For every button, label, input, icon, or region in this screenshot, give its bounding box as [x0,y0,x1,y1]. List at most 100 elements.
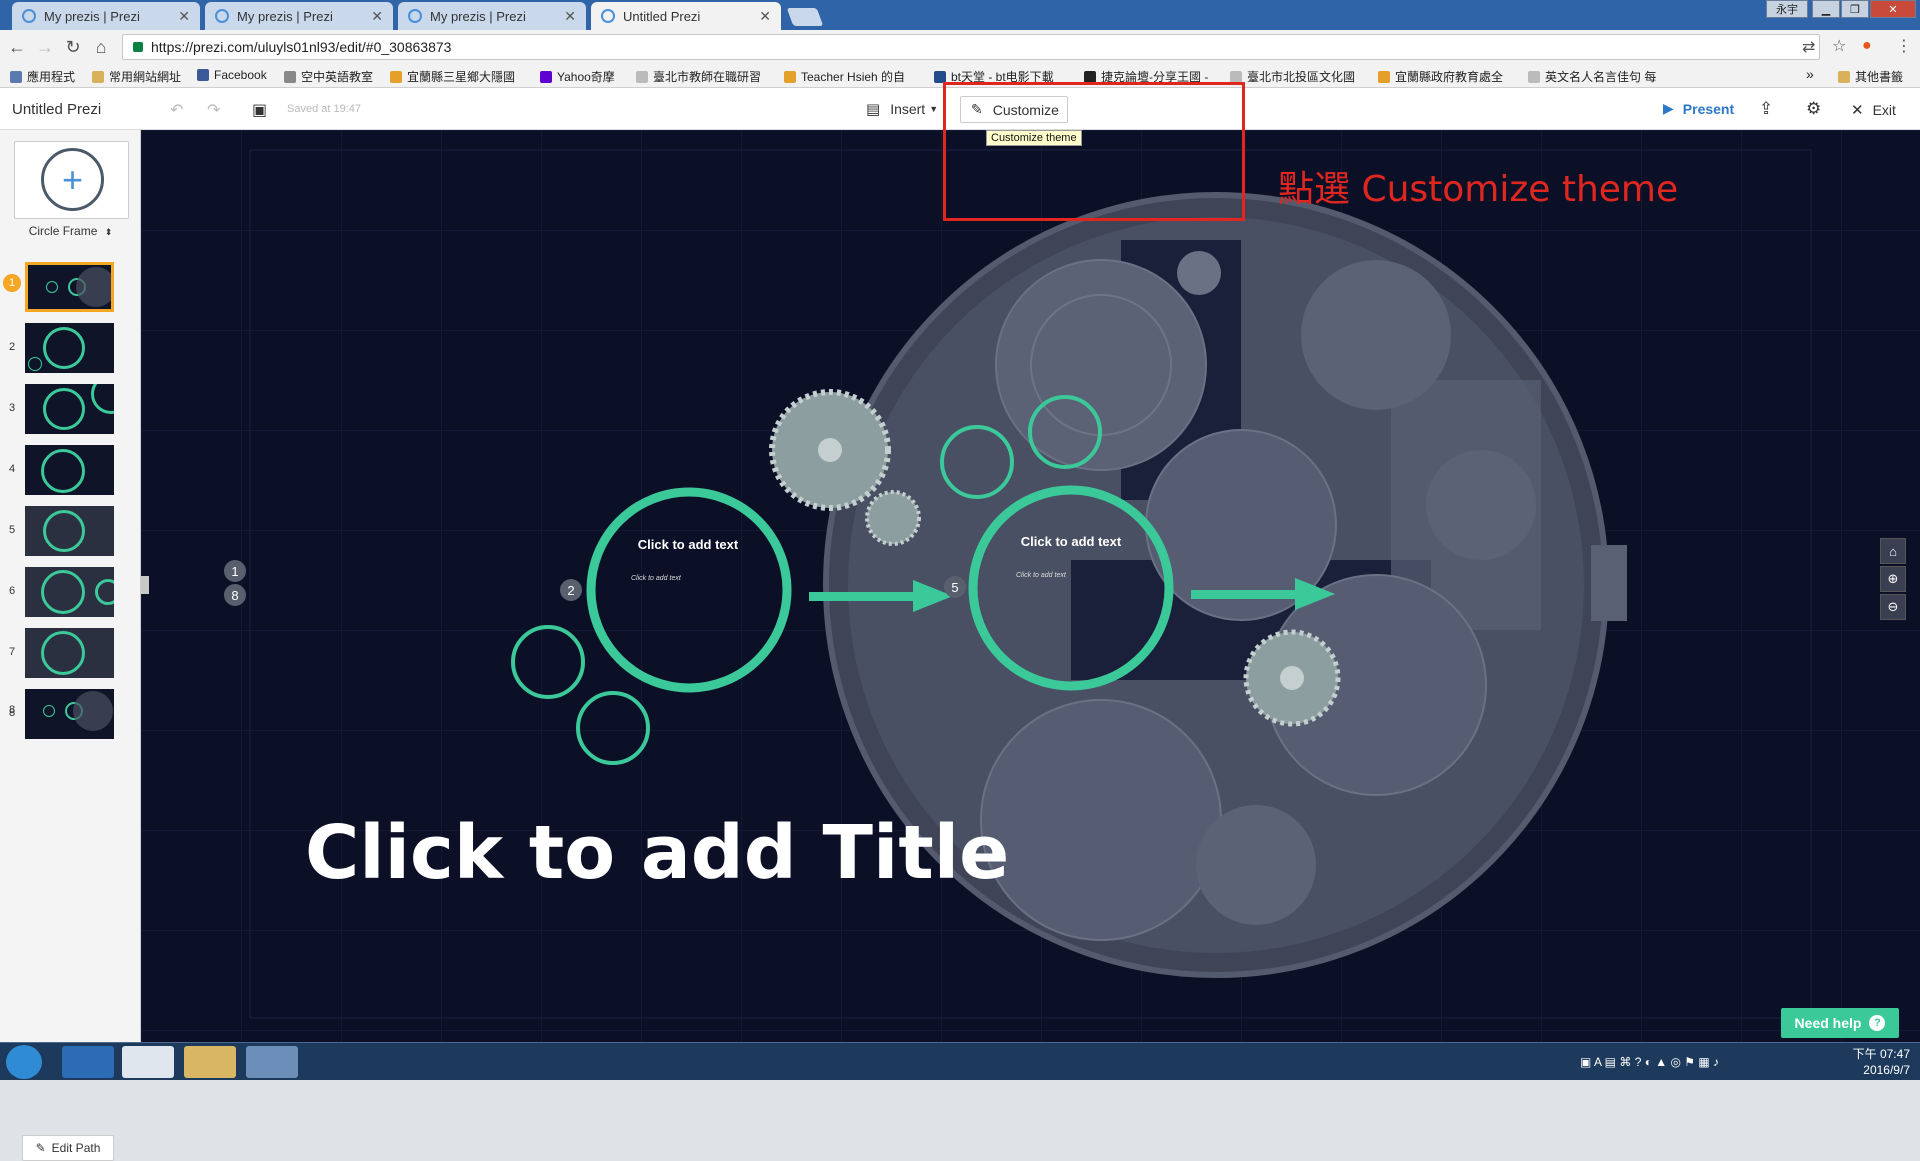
bookmark-item[interactable]: Facebook [197,68,267,82]
maximize-icon[interactable]: ❐ [1841,0,1869,18]
bookmark-item[interactable]: 宜蘭縣政府教育處全 [1378,68,1503,85]
extension-icon[interactable]: ● [1862,37,1872,55]
bookmark-apps[interactable]: 應用程式 [10,68,75,85]
close-icon[interactable]: ✕ [564,8,576,25]
need-help-button[interactable]: Need help ? [1781,1008,1899,1038]
window-close-icon[interactable]: ✕ [1870,0,1916,18]
save-icon[interactable]: ▣ [252,100,267,120]
zoom-out-icon[interactable]: ⊖ [1880,594,1906,620]
browser-tab[interactable]: My prezis | Prezi ✕ [398,2,586,30]
system-tray-icons[interactable]: ▣ A ▤ ⌘ ? ◐ ▲ ◎ ⚑ ▦ ♪ [1580,1055,1719,1069]
menu-icon[interactable]: ⋮ [1896,36,1912,56]
thumbnail-row[interactable]: 8 [0,687,141,739]
chrome-icon[interactable] [122,1046,174,1078]
bookmark-item[interactable]: 臺北市北投區文化國 [1230,68,1355,85]
thumbnail-row[interactable]: 3 [0,382,141,434]
site-icon [1084,70,1096,83]
home-view-icon[interactable]: ⌂ [1880,538,1906,564]
canvas-artwork [141,130,1920,1042]
thumbnail-row[interactable]: 7 [0,626,141,678]
slide-thumbnail[interactable] [25,445,114,495]
frame-subtext-placeholder[interactable]: Click to add text [631,575,681,582]
page-icon [1528,70,1540,83]
add-frame-button[interactable]: + [14,141,129,219]
present-button[interactable]: ▶ Present [1663,100,1734,117]
browser-tab[interactable]: My prezis | Prezi ✕ [12,2,200,30]
bookmark-label: 其他書籤 [1855,70,1904,84]
insert-icon: ▤ [866,101,881,118]
path-step-badge[interactable]: 2 [560,579,582,601]
windows-start-icon[interactable] [6,1045,42,1079]
close-icon[interactable]: ✕ [759,8,771,25]
path-step-badge[interactable]: 1 [224,560,246,582]
bookmark-item[interactable]: 英文名人名言佳句 每 [1528,68,1656,85]
bookmark-label: 臺北市北投區文化國 [1247,70,1356,84]
frame-text-placeholder[interactable]: Click to add text [990,534,1152,549]
system-clock[interactable]: 下午 07:47 2016/9/7 [1830,1046,1910,1078]
sidebar-collapse-handle[interactable] [141,576,149,594]
internet-explorer-icon[interactable] [62,1046,114,1078]
bookmarks-overflow-chevron[interactable]: » [1806,66,1814,82]
gear-icon[interactable]: ⚙ [1806,99,1821,119]
bookmark-star-icon[interactable]: ☆ [1832,36,1846,56]
translate-icon[interactable]: ⇄ [1802,37,1815,57]
edit-path-button[interactable]: ✎ Edit Path [22,1135,114,1161]
path-step-badge[interactable]: 8 [224,584,246,606]
frame-text-placeholder[interactable]: Click to add text [608,537,768,552]
browser-tab[interactable]: My prezis | Prezi ✕ [205,2,393,30]
path-step-badge[interactable]: 5 [944,576,966,598]
forward-arrow-icon[interactable]: → [34,37,56,58]
slide-thumbnail[interactable] [25,384,114,434]
browser-tab-strip: My prezis | Prezi ✕ My prezis | Prezi ✕ … [0,0,1920,30]
title-placeholder[interactable]: Click to add Title [305,810,1009,896]
zoom-in-icon[interactable]: ⊕ [1880,566,1906,592]
bookmark-item[interactable]: 空中英語教室 [284,68,373,85]
close-icon[interactable]: ✕ [371,8,383,25]
file-explorer-icon[interactable] [184,1046,236,1078]
slide-thumbnail[interactable] [25,567,114,617]
thumbnail-row[interactable]: 6 [0,565,141,617]
bookmark-item[interactable]: Yahoo奇摩 [540,68,615,85]
insert-button[interactable]: ▤ Insert ▼ [866,100,938,118]
reload-icon[interactable]: ↻ [62,37,84,58]
paint-icon[interactable] [246,1046,298,1078]
slide-thumbnail[interactable] [25,262,114,312]
browser-tab-active[interactable]: Untitled Prezi ✕ [591,2,781,30]
slide-thumbnail[interactable] [25,628,114,678]
clock-date: 2016/9/7 [1863,1063,1910,1077]
undo-icon[interactable]: ↶ [170,100,183,120]
thumbnail-row[interactable]: 5 [0,504,141,556]
close-icon[interactable]: ✕ [178,8,190,25]
thumbnail-row[interactable]: 1 [0,260,141,312]
slide-thumbnail[interactable] [25,689,114,739]
plus-icon: + [41,148,104,211]
back-arrow-icon[interactable]: ← [6,37,28,58]
prezi-favicon-icon [215,9,229,23]
url-input[interactable]: https://prezi.com/uluyls01nl93/edit/#0_3… [122,34,1820,60]
share-icon[interactable]: ⇪ [1759,99,1773,119]
document-title[interactable]: Untitled Prezi [12,101,101,118]
thumbnail-row[interactable]: 2 [0,321,141,373]
new-tab-button[interactable] [786,8,824,26]
home-icon[interactable]: ⌂ [90,37,112,58]
thumbnail-row[interactable]: 4 [0,443,141,495]
user-profile-badge[interactable]: 永宇 [1766,0,1808,18]
other-bookmarks[interactable]: 其他書籤 [1838,68,1903,85]
prezi-canvas[interactable]: Click to add text Click to add text Clic… [141,130,1920,1042]
bookmark-item[interactable]: 常用網站網址 [92,68,181,85]
bookmark-label: 空中英語教室 [301,70,374,84]
frame-type-select[interactable]: Circle Frame ⬍ [0,224,141,238]
minimize-icon[interactable]: ▁ [1812,0,1840,18]
redo-icon[interactable]: ↷ [207,100,220,120]
bookmark-item[interactable]: 臺北市教師在職研習 [636,68,761,85]
page-icon [1230,70,1242,83]
slide-thumbnail[interactable] [25,323,114,373]
exit-button[interactable]: ✕ Exit [1851,101,1896,119]
exit-label: Exit [1872,102,1896,118]
bookmark-label: 宜蘭縣政府教育處全 [1395,70,1504,84]
bookmark-item[interactable]: 宜蘭縣三星鄉大隱國 [390,68,515,85]
pencil-icon: ✎ [35,1141,46,1155]
slide-thumbnail[interactable] [25,506,114,556]
frame-subtext-placeholder[interactable]: Click to add text [1016,572,1066,579]
bookmark-item[interactable]: Teacher Hsieh 的自 [784,68,905,85]
